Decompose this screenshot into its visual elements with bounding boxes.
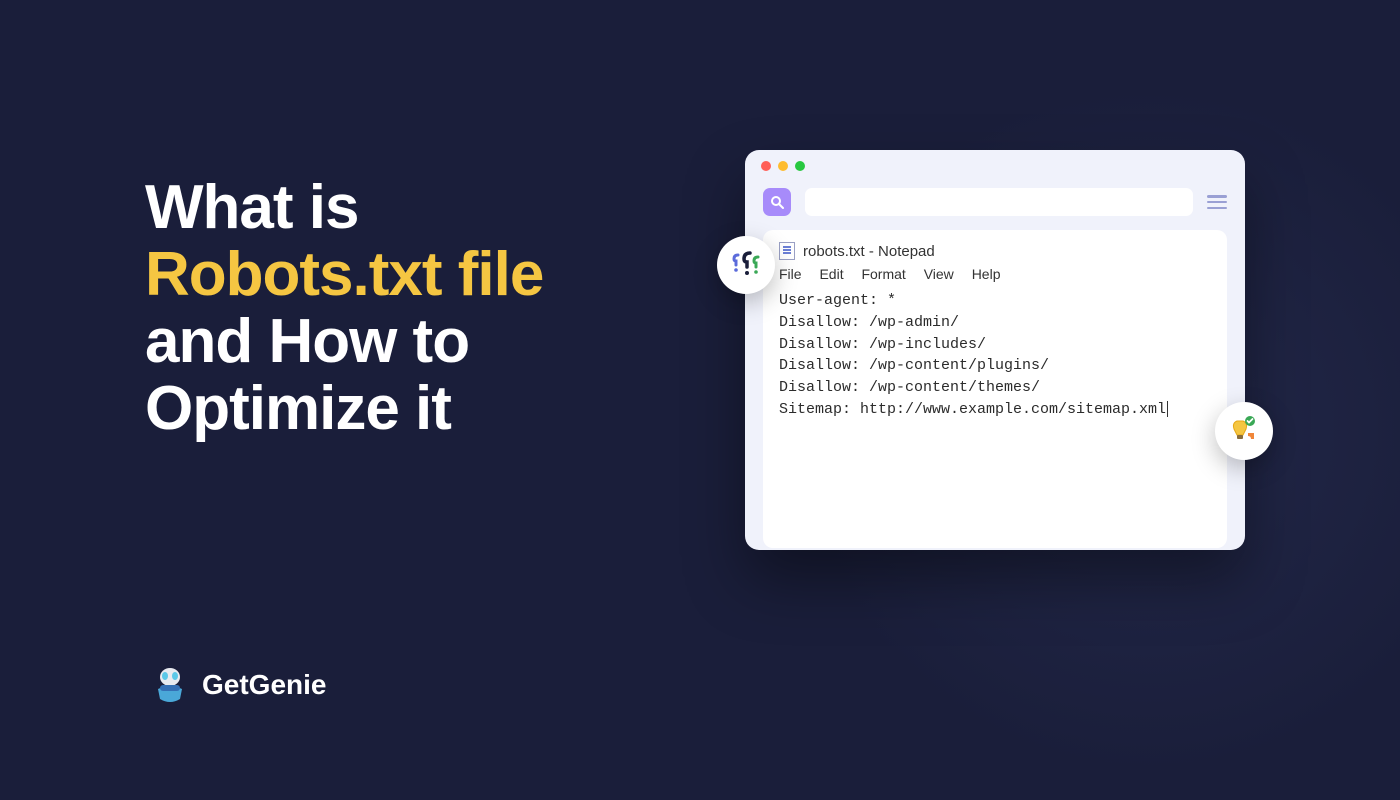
robots-line: Disallow: /wp-admin/ [779, 312, 1211, 334]
title-line-3: and How to [145, 307, 469, 376]
window-traffic-lights [745, 150, 1245, 182]
hamburger-menu-icon[interactable] [1207, 195, 1227, 209]
notepad-body[interactable]: User-agent: * Disallow: /wp-admin/ Disal… [779, 290, 1211, 421]
brand-block: GetGenie [150, 665, 326, 705]
menu-view[interactable]: View [924, 266, 954, 282]
menu-edit[interactable]: Edit [819, 266, 843, 282]
question-marks-icon [728, 247, 764, 283]
robots-line: Disallow: /wp-content/themes/ [779, 377, 1211, 399]
text-cursor-icon [1167, 401, 1168, 417]
search-icon [770, 195, 784, 209]
genie-logo-icon [150, 665, 190, 705]
robots-line: Disallow: /wp-content/plugins/ [779, 355, 1211, 377]
menu-file[interactable]: File [779, 266, 802, 282]
robots-line: User-agent: * [779, 290, 1211, 312]
notepad-file-icon [779, 242, 795, 260]
notepad-title: robots.txt - Notepad [803, 243, 935, 260]
browser-toolbar [745, 182, 1245, 230]
notepad-menu: File Edit Format View Help [779, 266, 1211, 282]
minimize-dot-icon [778, 161, 788, 171]
browser-window: robots.txt - Notepad File Edit Format Vi… [745, 150, 1245, 550]
lightbulb-puzzle-icon [1226, 413, 1262, 449]
maximize-dot-icon [795, 161, 805, 171]
idea-badge [1215, 402, 1273, 460]
close-dot-icon [761, 161, 771, 171]
question-badge [717, 236, 775, 294]
brand-name: GetGenie [202, 669, 326, 701]
hero-title: What is Robots.txt file and How to Optim… [145, 175, 665, 443]
notepad-panel: robots.txt - Notepad File Edit Format Vi… [763, 230, 1227, 548]
robots-line: Sitemap: http://www.example.com/sitemap.… [779, 399, 1211, 421]
robots-line: Disallow: /wp-includes/ [779, 334, 1211, 356]
title-line-1: What is [145, 173, 358, 242]
menu-help[interactable]: Help [972, 266, 1001, 282]
url-bar[interactable] [805, 188, 1193, 216]
search-button[interactable] [763, 188, 791, 216]
menu-format[interactable]: Format [861, 266, 905, 282]
title-line-4: Optimize it [145, 374, 451, 443]
title-highlight: Robots.txt file [145, 240, 543, 309]
